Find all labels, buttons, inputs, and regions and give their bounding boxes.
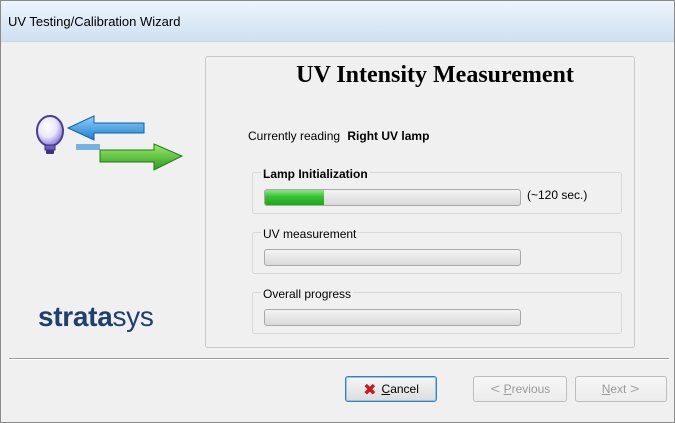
stratasys-logo: stratasys [38,301,154,332]
progress-fill [265,190,324,205]
divider [9,358,669,360]
previous-button[interactable]: < Previous [473,376,567,402]
window-title: UV Testing/Calibration Wizard [8,14,181,29]
close-icon: ✖ [363,379,377,399]
next-label: Next [601,382,627,396]
time-estimate: (~120 sec.) [527,188,588,202]
group-label: Overall progress [261,287,354,301]
uv-measurement-progress [264,249,521,266]
measurement-panel: UV Intensity Measurement Currently readi… [205,56,635,348]
currently-reading: Currently reading Right UV lamp [248,129,429,143]
next-arrow-icon: > [629,381,641,397]
sidebar-panel: stratasys [10,53,203,343]
overall-progress-group: Overall progress [252,287,622,334]
lamp-initialization-group: Lamp Initialization (~120 sec.) [252,167,622,214]
reading-label: Currently reading [248,129,341,143]
previous-label: Previous [503,382,551,396]
wizard-window: UV Testing/Calibration Wizard stratasys … [0,0,675,423]
lamp-initialization-progress [264,189,521,206]
reading-value: Right UV lamp [347,129,430,143]
lamp-arrows-icon [36,115,184,171]
title-bar: UV Testing/Calibration Wizard [1,1,674,42]
group-label: UV measurement [261,227,359,241]
group-label: Lamp Initialization [261,167,370,181]
page-title: UV Intensity Measurement [296,62,574,88]
cancel-label: Cancel [381,382,419,396]
next-button[interactable]: Next > [575,376,667,402]
overall-progress [264,309,521,326]
uv-measurement-group: UV measurement [252,227,622,274]
cancel-button[interactable]: ✖ Cancel [345,376,437,402]
previous-arrow-icon: < [489,381,501,397]
